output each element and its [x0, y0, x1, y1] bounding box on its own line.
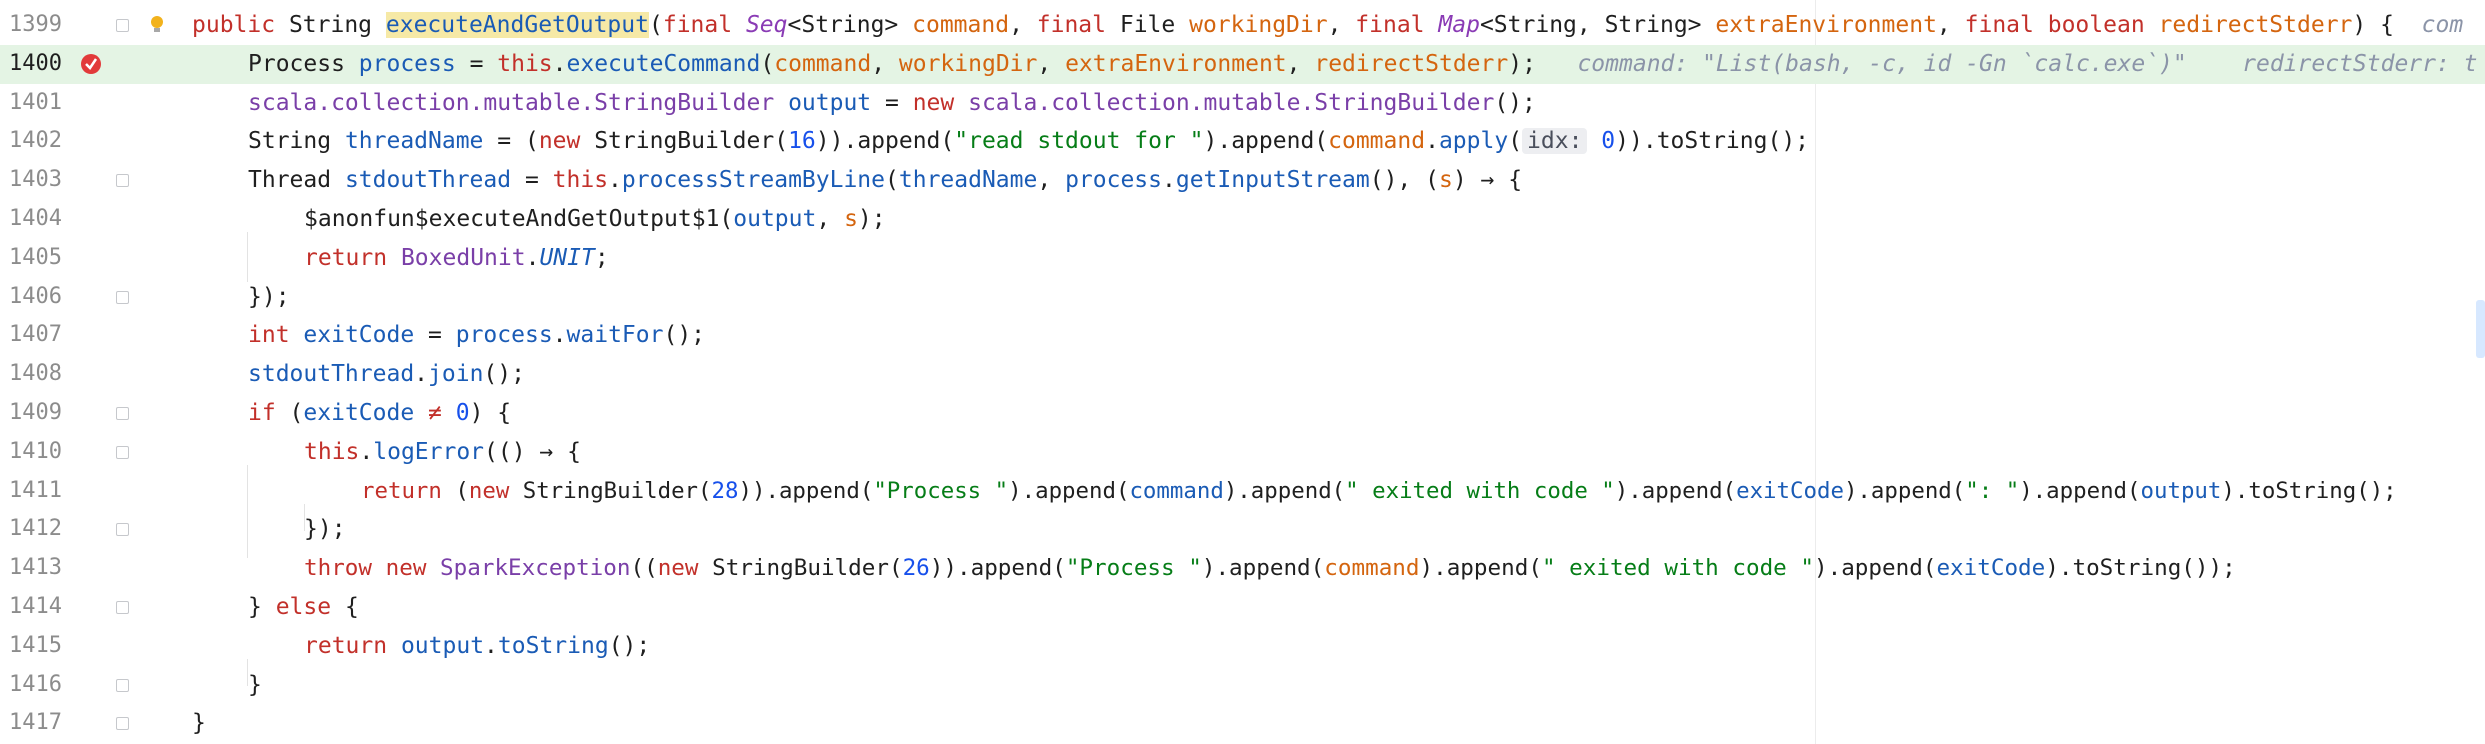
code-text: Process process = this.executeCommand(co…: [248, 50, 2478, 77]
parameter-hint: idx:: [1522, 128, 1588, 155]
code-text: this.logError(() → {: [304, 438, 581, 465]
fold-marker[interactable]: [116, 601, 129, 614]
code-line-1403[interactable]: 1403 Thread stdoutThread = this.processS…: [0, 161, 2485, 200]
code-text: } else {: [248, 594, 359, 620]
line-number: 1413: [9, 555, 62, 581]
code-text: });: [304, 516, 346, 543]
code-line-1405[interactable]: 1405 return BoxedUnit.UNIT;: [0, 239, 2485, 278]
fold-marker[interactable]: [116, 174, 129, 188]
code-line-1404[interactable]: 1404 $anonfun$executeAndGetOutput$1(outp…: [0, 200, 2485, 239]
fold-marker[interactable]: [116, 717, 129, 731]
code-line-1402[interactable]: 1402 String threadName = (new StringBuil…: [0, 122, 2485, 161]
line-number: 1403: [9, 167, 62, 193]
code-line-1416[interactable]: 1416 }: [0, 666, 2485, 705]
line-number: 1410: [9, 438, 62, 464]
code-line-1412[interactable]: 1412 });: [0, 510, 2485, 549]
code-line-1400[interactable]: 1400 Process process = this.executeComma…: [0, 44, 2485, 84]
line-number: 1399: [9, 12, 62, 37]
code-editor[interactable]: 1399 public String executeAndGetOutput(f…: [0, 0, 2485, 744]
line-number: 1406: [9, 283, 62, 309]
line-number: 1400: [9, 50, 62, 76]
breakpoint-icon[interactable]: [80, 53, 102, 75]
code-text: stdoutThread.join();: [248, 361, 525, 388]
code-text: public String executeAndGetOutput(final …: [192, 12, 2464, 38]
line-number: 1414: [9, 594, 62, 619]
code-line-1411[interactable]: 1411 return (new StringBuilder(28)).appe…: [0, 472, 2485, 511]
line-number: 1416: [9, 671, 62, 697]
code-text: });: [248, 283, 290, 310]
fold-marker[interactable]: [116, 678, 129, 692]
line-number: 1404: [9, 206, 62, 231]
code-text: }: [192, 710, 206, 737]
line-number: 1411: [9, 477, 62, 503]
line-number: 1405: [9, 244, 62, 270]
code-line-1415[interactable]: 1415 return output.toString();: [0, 627, 2485, 666]
code-text: scala.collection.mutable.StringBuilder o…: [248, 89, 1536, 116]
code-line-1414[interactable]: 1414 } else {: [0, 588, 2485, 627]
code-line-1407[interactable]: 1407 int exitCode = process.waitFor();: [0, 316, 2485, 355]
line-number: 1401: [9, 89, 62, 115]
code-line-1410[interactable]: 1410 this.logError(() → {: [0, 433, 2485, 472]
fold-marker[interactable]: [116, 290, 129, 304]
code-text: return (new StringBuilder(28)).append("P…: [361, 477, 2397, 504]
code-text: if (exitCode ≠ 0) {: [248, 400, 512, 426]
code-line-1413[interactable]: 1413 throw new SparkException((new Strin…: [0, 549, 2485, 588]
line-number: 1408: [9, 361, 62, 387]
code-line-1409[interactable]: 1409 if (exitCode ≠ 0) {: [0, 394, 2485, 433]
lightbulb-icon[interactable]: [148, 14, 166, 36]
line-number: 1412: [9, 516, 62, 542]
line-number: 1407: [9, 322, 62, 348]
line-number: 1417: [9, 710, 62, 736]
code-text: }: [248, 671, 262, 698]
fold-marker[interactable]: [116, 523, 129, 537]
code-text: return BoxedUnit.UNIT;: [304, 244, 609, 271]
debug-inline-values: command: "List(bash, -c, id -Gn `calc.ex…: [1535, 50, 2478, 77]
code-text: String threadName = (new StringBuilder(1…: [248, 128, 1810, 155]
fold-marker[interactable]: [116, 19, 129, 32]
code-text: Thread stdoutThread = this.processStream…: [248, 167, 1523, 194]
fold-marker[interactable]: [116, 445, 129, 459]
code-line-1399[interactable]: 1399 public String executeAndGetOutput(f…: [0, 6, 2485, 45]
code-line-1408[interactable]: 1408 stdoutThread.join();: [0, 355, 2485, 394]
line-number: 1409: [9, 400, 62, 425]
fold-marker[interactable]: [116, 407, 129, 420]
code-text: int exitCode = process.waitFor();: [248, 322, 706, 349]
code-text: throw new SparkException((new StringBuil…: [304, 555, 2236, 582]
code-text: $anonfun$executeAndGetOutput$1(output, s…: [304, 206, 886, 232]
code-text: return output.toString();: [304, 632, 651, 659]
line-number: 1402: [9, 128, 62, 154]
line-number: 1415: [9, 632, 62, 658]
code-line-1417[interactable]: 1417 }: [0, 704, 2485, 743]
code-line-1406[interactable]: 1406 });: [0, 278, 2485, 317]
code-line-1401[interactable]: 1401 scala.collection.mutable.StringBuil…: [0, 84, 2485, 123]
